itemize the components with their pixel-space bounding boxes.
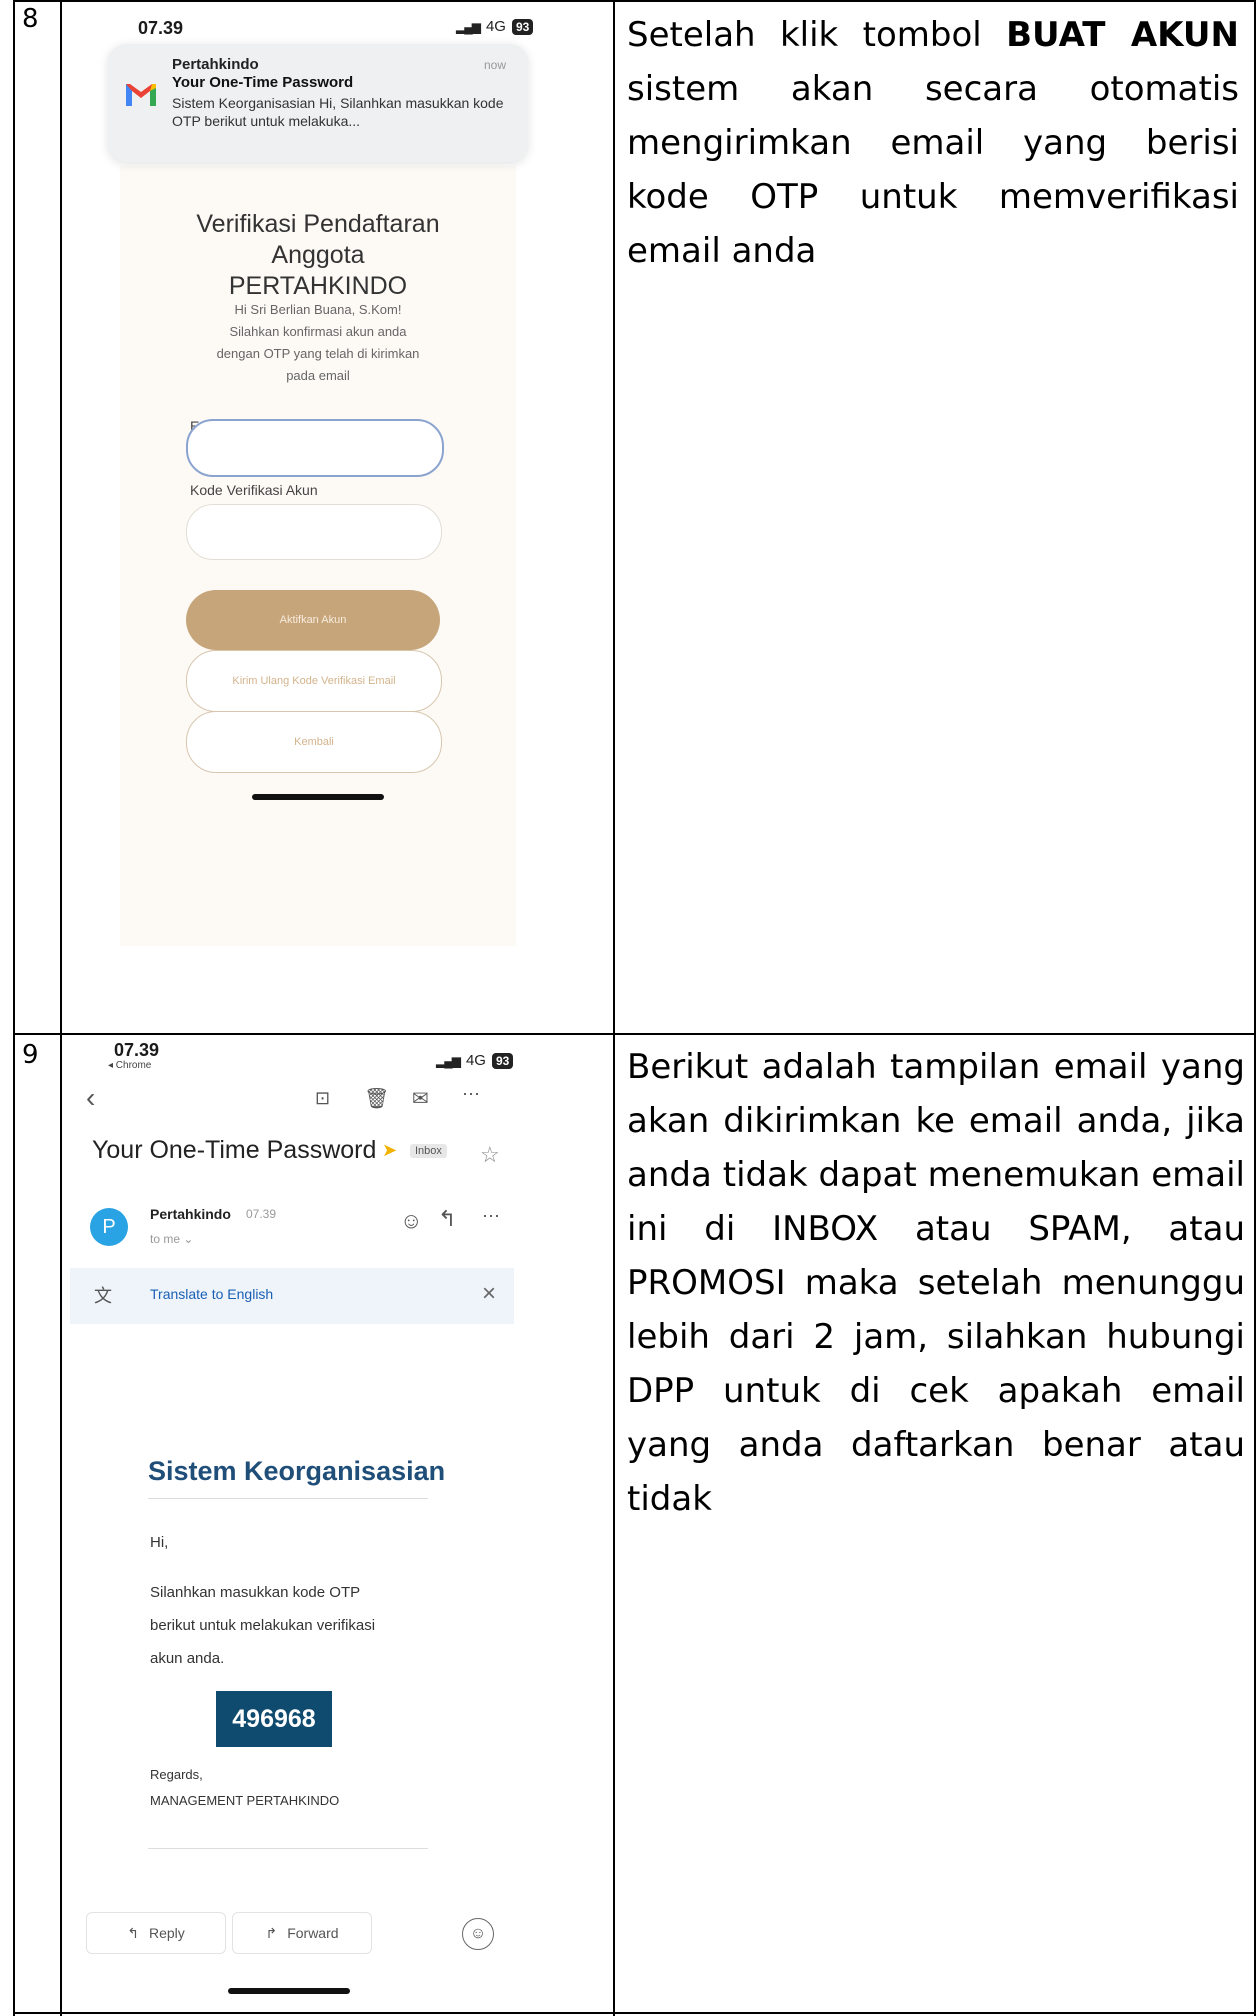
table-border-right <box>1254 0 1256 2016</box>
form-title-line: Verifikasi Pendaftaran <box>196 210 440 238</box>
translate-bar[interactable] <box>70 1268 514 1324</box>
email-body-line: akun anda. <box>150 1650 225 1667</box>
table-border-left <box>13 0 15 2016</box>
forward-icon: ↱ <box>265 1924 278 1941</box>
back-to-chrome-link[interactable]: ◂ Chrome <box>108 1060 151 1071</box>
back-icon[interactable]: ‹ <box>86 1082 95 1114</box>
translate-icon: 文 <box>94 1286 112 1306</box>
mark-unread-icon[interactable]: ✉ <box>412 1086 429 1111</box>
greeting-line: Hi Sri Berlian Buana, S.Kom! <box>234 302 402 317</box>
battery-icon: 93 <box>511 18 534 35</box>
resend-code-button[interactable]: Kirim Ulang Kode Verifikasi Email <box>186 650 442 712</box>
table-row-divider <box>13 1033 1256 1035</box>
table-border-bottom <box>13 2012 1256 2014</box>
inbox-label[interactable]: Inbox <box>410 1144 447 1158</box>
form-title-line: Anggota <box>271 241 365 269</box>
sender-name: Pertahkindo <box>150 1206 231 1222</box>
step-description-emphasis: BUAT AKUN <box>1006 15 1239 55</box>
important-marker-icon: ➤ <box>382 1140 398 1160</box>
status-indicators: ▂▄▆ 4G 93 <box>436 1052 514 1069</box>
recipient-details[interactable]: to me ⌄ <box>150 1232 193 1246</box>
verification-code-field[interactable] <box>186 504 442 560</box>
more-options-icon[interactable]: ⋯ <box>482 1206 500 1227</box>
network-type: 4G <box>485 18 506 35</box>
sender-time: 07.39 <box>246 1207 277 1221</box>
status-time: 07.39 <box>138 18 184 38</box>
emoji-react-icon[interactable]: ☺ <box>400 1208 422 1234</box>
recipient-label: to me <box>150 1232 181 1246</box>
forward-label: Forward <box>287 1925 339 1941</box>
email-heading: Sistem Keorganisasian <box>148 1456 446 1486</box>
step-description-text: sistem akan secara otomatis mengirimkan … <box>627 69 1239 271</box>
reply-icon: ↰ <box>127 1924 139 1941</box>
notification-title: Your One-Time Password <box>172 74 354 91</box>
greeting-line: Silahkan konfirmasi akun anda <box>229 324 407 339</box>
email-greeting: Hi, <box>150 1534 169 1551</box>
step-description: Berikut adalah tampilan email yang akan … <box>627 1047 1245 1519</box>
reply-button[interactable]: ↰ Reply <box>86 1912 226 1954</box>
signal-icon: ▂▄▆ <box>456 19 481 34</box>
row-number: 9 <box>22 1040 39 1070</box>
signal-icon: ▂▄▆ <box>436 1053 461 1068</box>
notification-app: Pertahkindo <box>172 56 259 73</box>
email-signature: MANAGEMENT PERTAHKINDO <box>150 1793 340 1808</box>
forward-button[interactable]: ↱ Forward <box>232 1912 372 1954</box>
back-button[interactable]: Kembali <box>186 711 442 773</box>
table-border-col1 <box>60 0 62 2016</box>
archive-icon[interactable]: ⊡ <box>315 1088 330 1109</box>
more-options-icon[interactable]: ⋯ <box>462 1084 480 1105</box>
star-icon[interactable]: ☆ <box>480 1142 500 1168</box>
reply-label: Reply <box>148 1925 185 1941</box>
close-icon[interactable]: × <box>482 1280 496 1308</box>
email-subject: Your One-Time Password <box>92 1136 377 1164</box>
notification-banner[interactable]: Pertahkindo now Your One-Time Password S… <box>108 44 528 162</box>
gmail-icon <box>126 84 156 106</box>
divider <box>148 1848 428 1849</box>
status-time: 07.39 <box>114 1040 160 1060</box>
avatar[interactable]: P <box>90 1208 128 1246</box>
email-field[interactable] <box>186 419 444 477</box>
phone-screenshot-verification: 07.39 ▂▄▆ 4G 93 Pertahkindo now Your One… <box>90 6 546 1032</box>
step-description: Setelah klik tombol BUAT AKUN sistem aka… <box>627 8 1239 278</box>
home-indicator <box>228 1988 350 1994</box>
status-indicators: ▂▄▆ 4G 93 <box>456 18 534 35</box>
home-indicator <box>252 794 384 800</box>
email-body-line: berikut untuk melakukan verifikasi <box>150 1617 376 1634</box>
divider <box>148 1498 428 1499</box>
translate-link[interactable]: Translate to English <box>150 1286 273 1302</box>
row-number: 8 <box>22 4 39 34</box>
battery-icon: 93 <box>491 1052 514 1069</box>
delete-icon[interactable]: 🗑 <box>364 1086 389 1111</box>
table-border-top <box>13 0 1256 2</box>
emoji-reaction-icon[interactable]: ☺ <box>462 1918 494 1950</box>
greeting-line: dengan OTP yang telah di kirimkan <box>216 346 420 361</box>
step-description-text: Setelah klik tombol <box>627 15 1007 55</box>
otp-code: 496968 <box>216 1691 332 1747</box>
notification-time: now <box>483 58 506 72</box>
greeting-line: pada email <box>286 368 350 383</box>
reply-icon[interactable]: ↰ <box>438 1206 456 1232</box>
table-border-col2 <box>613 0 615 2016</box>
notification-body: Sistem Keorganisasian Hi, Silanhkan masu… <box>172 95 504 129</box>
network-type: 4G <box>465 1052 486 1069</box>
phone-screenshot-email: 07.39 ◂ Chrome ▂▄▆ 4G 93 ‹ ⊡ 🗑 ✉ ⋯ Your … <box>70 1036 546 2010</box>
activate-account-button[interactable]: Aktifkan Akun <box>186 590 440 650</box>
code-label: Kode Verifikasi Akun <box>190 482 318 498</box>
email-body-line: Silanhkan masukkan kode OTP <box>150 1584 361 1601</box>
